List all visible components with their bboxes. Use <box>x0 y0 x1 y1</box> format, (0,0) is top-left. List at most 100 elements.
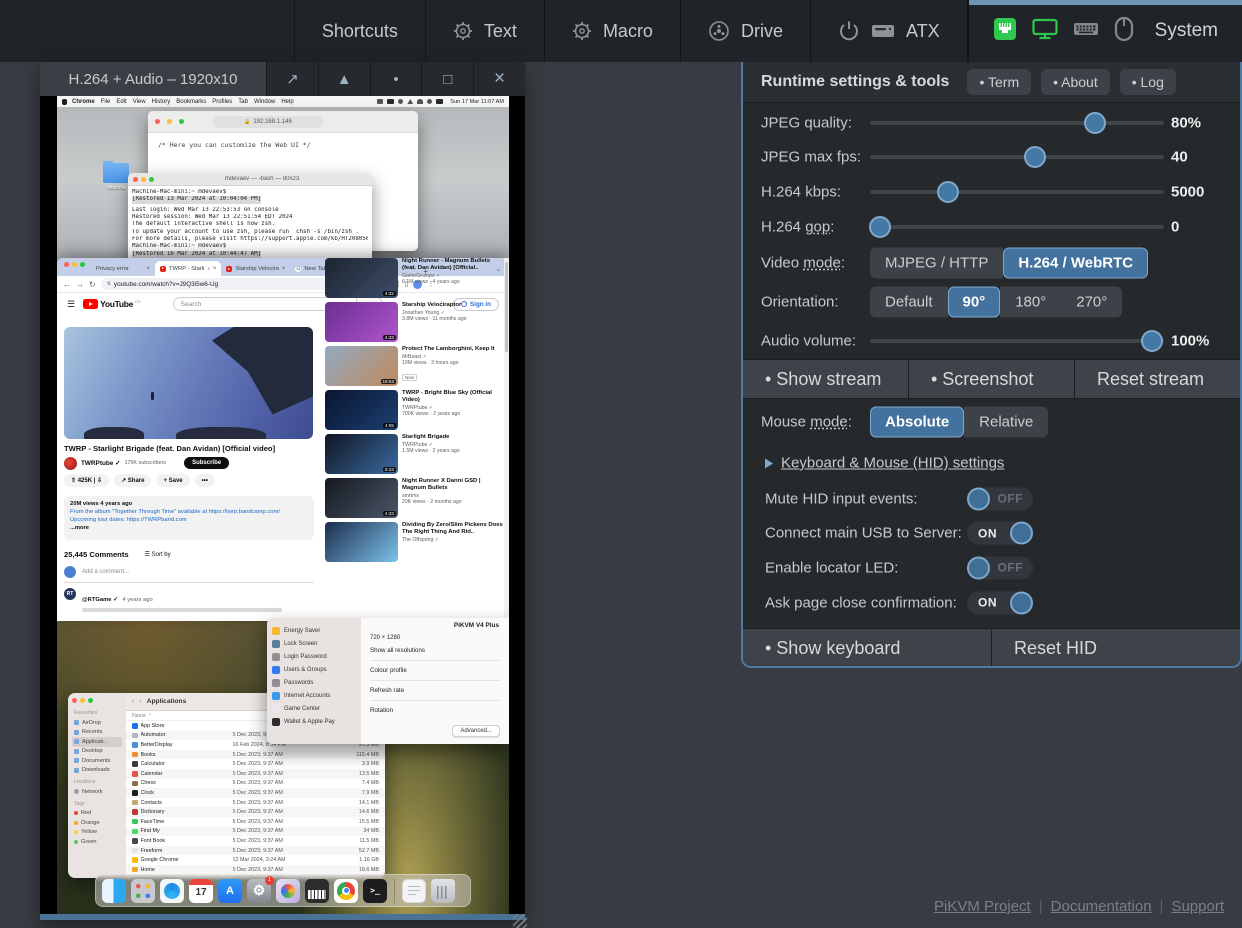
close-confirm-toggle[interactable]: ON <box>967 591 1033 614</box>
mac-menu-items[interactable]: ChromeFileEditViewHistoryBookmarksProfil… <box>72 99 300 105</box>
video-thumbnail[interactable]: 4:33 <box>325 478 398 518</box>
file-row[interactable]: Books 5 Dec 2023, 9:37 AM 115.4 MB <box>126 750 385 760</box>
nav-drive[interactable]: Drive <box>681 0 811 62</box>
nav-text[interactable]: Text <box>426 0 545 62</box>
finder-sidebar[interactable]: Favourites AirDropRecentsApplicati..Desk… <box>68 693 126 878</box>
forward-icon[interactable]: › <box>139 698 141 705</box>
related-video-item[interactable]: 4:32 Night Runner - Magnum Bullets (feat… <box>325 258 505 298</box>
orientation-180-button[interactable]: 180° <box>1000 287 1061 318</box>
tab-close-icon[interactable]: × <box>213 266 217 272</box>
mac-dock[interactable]: 17 A ⚙1 >_ <box>95 874 471 907</box>
chrome-traffic-lights[interactable] <box>61 258 91 276</box>
remote-desktop-screen[interactable]: ChromeFileEditViewHistoryBookmarksProfil… <box>57 96 509 914</box>
file-row[interactable]: Freeform 5 Dec 2023, 9:37 AM 52.7 MB <box>126 846 385 856</box>
related-video-item[interactable]: 4:33 Starship Velociraptor Jonathan Youn… <box>325 302 505 342</box>
related-video-title[interactable]: Starship Velociraptor <box>402 302 505 309</box>
minimize-traffic-light[interactable] <box>141 177 146 182</box>
settings-sidebar-item[interactable]: Passwords <box>272 676 356 689</box>
mode-hint-link[interactable]: mode <box>810 414 848 431</box>
safari-toolbar[interactable]: 🔒192.168.1.146 <box>148 111 418 133</box>
slider-knob[interactable] <box>869 216 891 238</box>
reset-hid-button[interactable]: Reset HID <box>992 629 1240 668</box>
chrome-scrollbar[interactable] <box>504 258 509 621</box>
dot-icon[interactable]: • <box>370 62 422 96</box>
comment-author[interactable]: @RTGame ✓ <box>82 597 118 603</box>
usb-connect-toggle[interactable]: ON <box>967 522 1033 545</box>
mac-menu-item[interactable]: Edit <box>116 99 126 105</box>
maximize-icon[interactable]: □ <box>421 62 473 96</box>
video-thumbnail[interactable]: 4:33 <box>325 302 398 342</box>
sidebar-item[interactable]: Documents <box>72 756 122 766</box>
settings-sidebar-item[interactable]: Internet Accounts <box>272 689 356 702</box>
nav-system-section[interactable]: System <box>968 0 1242 62</box>
h264-webrtc-button[interactable]: H.264 / WebRTC <box>1003 248 1148 279</box>
tab-close-icon[interactable]: × <box>146 266 150 272</box>
stream-window-header[interactable]: H.264 + Audio – 1920x10 ↗ ▲ • □ × <box>40 62 525 96</box>
channel-name[interactable]: TWRPtube ✓ <box>81 459 120 467</box>
back-icon[interactable]: ← <box>63 280 71 289</box>
hid-settings-link[interactable]: Keyboard & Mouse (HID) settings <box>765 455 1004 472</box>
tag-item[interactable]: Red <box>72 809 122 819</box>
related-video-title[interactable]: Night Runner X Danni GSD | Magnum Bullet… <box>402 478 505 492</box>
remote-video-stream[interactable]: ChromeFileEditViewHistoryBookmarksProfil… <box>40 96 525 914</box>
orientation-90-button[interactable]: 90° <box>948 287 1001 318</box>
fullscreen-icon[interactable]: ↗ <box>266 62 318 96</box>
file-row[interactable]: FaceTime 5 Dec 2023, 9:37 AM 15.5 MB <box>126 817 385 827</box>
related-video-item[interactable]: 5:23 Starlight Brigade TWRPtube ✓ 1.5M v… <box>325 434 505 474</box>
sidebar-item[interactable]: Downloads <box>72 766 122 776</box>
orientation-270-button[interactable]: 270° <box>1061 287 1122 318</box>
nav-shortcuts[interactable]: Shortcuts <box>295 0 426 62</box>
file-row[interactable]: Calendar 5 Dec 2023, 9:37 AM 13.5 MB <box>126 769 385 779</box>
close-icon[interactable]: × <box>473 62 525 96</box>
gop-hint-link[interactable]: gop <box>805 218 830 235</box>
tab-close-icon[interactable]: × <box>282 266 286 272</box>
related-video-title[interactable]: Starlight Brigade <box>402 434 505 441</box>
launchpad-dock-icon[interactable] <box>131 879 155 903</box>
h264-kbps-slider[interactable] <box>870 190 1164 194</box>
settings-row[interactable]: Refresh rate <box>370 681 500 701</box>
sort-by-button[interactable]: ☰ Sort by <box>145 551 171 558</box>
related-video-title[interactable]: Dividing By Zero/Slim Pickens Does The R… <box>402 522 505 536</box>
documents-dock-icon[interactable] <box>402 879 426 903</box>
mac-menu-item[interactable]: Window <box>254 99 275 105</box>
midi-keyboard-dock-icon[interactable] <box>305 879 329 903</box>
tab-audio-icon[interactable]: ♪ <box>207 266 210 272</box>
reload-icon[interactable]: ↻ <box>89 280 96 289</box>
video-thumbnail[interactable]: 5:23 <box>325 434 398 474</box>
screenshot-button[interactable]: • Screenshot <box>909 360 1075 398</box>
calendar-dock-icon[interactable]: 17 <box>189 879 213 903</box>
safari-dock-icon[interactable] <box>164 883 180 899</box>
locator-led-toggle[interactable]: OFF <box>967 556 1033 579</box>
file-row[interactable]: Calculator 5 Dec 2023, 9:37 AM 3.9 MB <box>126 759 385 769</box>
back-icon[interactable]: ‹ <box>132 698 134 705</box>
sidebar-item[interactable]: AirDrop <box>72 718 122 728</box>
more-actions-button[interactable]: ••• <box>195 474 215 487</box>
youtube-logo[interactable]: YouTubeCY <box>83 299 141 309</box>
video-thumbnail[interactable] <box>325 522 398 562</box>
show-stream-button[interactable]: • Show stream <box>743 360 909 398</box>
slider-knob[interactable] <box>1084 112 1106 134</box>
close-traffic-light[interactable] <box>133 177 138 182</box>
support-link[interactable]: Support <box>1171 898 1224 915</box>
tag-item[interactable]: Green <box>72 837 122 847</box>
mouse-absolute-button[interactable]: Absolute <box>870 407 964 438</box>
video-thumbnail[interactable]: 4:55 <box>325 390 398 430</box>
save-button[interactable]: + Save <box>156 474 189 487</box>
comment-input[interactable]: Add a comment... <box>82 569 129 575</box>
file-row[interactable]: Dictionary 5 Dec 2023, 9:37 AM 14.6 MB <box>126 807 385 817</box>
finder-dock-icon[interactable] <box>102 879 126 903</box>
related-video-title[interactable]: TWRP - Bright Blue Sky (Official Video) <box>402 390 505 404</box>
file-row[interactable]: Find My 5 Dec 2023, 9:37 AM 34 MB <box>126 827 385 837</box>
window-resize-handle[interactable] <box>513 914 527 928</box>
close-traffic-light[interactable] <box>155 119 160 124</box>
like-dislike-button[interactable]: ⇧ 425K | ⇩ <box>64 474 109 487</box>
related-video-title[interactable]: Night Runner - Magnum Bullets (feat. Dan… <box>402 258 505 272</box>
chrome-dock-icon[interactable] <box>334 879 358 903</box>
add-comment-row[interactable]: Add a comment... <box>64 566 314 583</box>
settings-sidebar-item[interactable]: Wallet & Apple Pay <box>272 715 356 728</box>
related-video-item[interactable]: 18:53 Protect The Lamborghini, Keep It M… <box>325 346 505 386</box>
related-video-item[interactable]: Dividing By Zero/Slim Pickens Does The R… <box>325 522 505 562</box>
settings-sidebar-item[interactable]: Login Password <box>272 650 356 663</box>
hamburger-menu-icon[interactable]: ☰ <box>67 299 75 310</box>
terminal-titlebar[interactable]: mdevaev — -bash — 80x23 <box>128 173 372 186</box>
